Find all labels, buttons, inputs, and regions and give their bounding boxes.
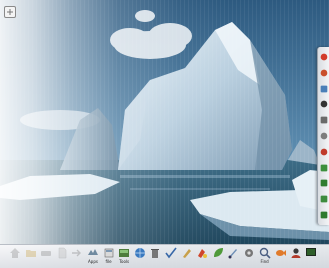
arrow-icon xyxy=(71,247,83,259)
folder-icon xyxy=(25,247,37,259)
circle-icon xyxy=(320,69,328,77)
square-icon xyxy=(320,85,328,93)
dock-item-6[interactable] xyxy=(319,130,328,142)
dock-item-11[interactable] xyxy=(319,209,328,221)
circle-icon xyxy=(320,100,328,108)
home-icon xyxy=(9,247,21,259)
user-icon xyxy=(290,247,302,259)
dock-item-4[interactable] xyxy=(319,98,328,110)
circle-icon xyxy=(320,132,328,140)
dock-item-10[interactable] xyxy=(319,193,328,205)
dock-item-9[interactable] xyxy=(319,177,328,189)
apps-icon xyxy=(87,247,99,259)
circle-icon xyxy=(320,53,328,61)
gear-icon xyxy=(243,247,255,259)
magnifier-icon xyxy=(259,247,271,259)
iceberg-wallpaper xyxy=(0,0,329,268)
dock-item-1[interactable] xyxy=(319,51,328,63)
square-icon xyxy=(320,164,328,172)
trash-icon xyxy=(149,247,161,259)
fish-icon xyxy=(274,247,287,259)
square-icon xyxy=(320,211,328,219)
drive-icon xyxy=(40,247,52,259)
browser-icon xyxy=(134,247,146,259)
dock-item-3[interactable] xyxy=(319,83,328,95)
dock-item-2[interactable] xyxy=(319,67,328,79)
dock-item-8[interactable] xyxy=(319,162,328,174)
square-icon xyxy=(320,116,328,124)
desktop[interactable] xyxy=(0,0,329,268)
bottom-panel: Apps file Tools Find xyxy=(0,244,329,268)
file-launcher-label: file xyxy=(105,259,112,264)
tools-launcher-label: Tools xyxy=(119,259,130,264)
dock-item-5[interactable] xyxy=(319,114,328,126)
document-icon xyxy=(56,247,68,259)
leaf-icon xyxy=(212,247,224,259)
brush-icon xyxy=(227,247,239,259)
pencil-icon xyxy=(181,247,193,259)
side-dock xyxy=(317,47,329,225)
square-icon xyxy=(320,179,328,187)
file-icon xyxy=(103,247,115,259)
paint-icon xyxy=(196,247,208,259)
desktop-corner-icon[interactable] xyxy=(4,6,16,18)
monitor-icon xyxy=(305,247,317,259)
apps-launcher-label: Apps xyxy=(88,259,98,264)
dock-item-7[interactable] xyxy=(319,146,328,158)
monitor-launcher[interactable] xyxy=(302,247,320,267)
checkmark-icon xyxy=(165,247,177,259)
find-launcher-label: Find xyxy=(260,259,269,264)
square-icon xyxy=(320,195,328,203)
circle-icon xyxy=(320,148,328,156)
tools-icon xyxy=(118,247,130,259)
